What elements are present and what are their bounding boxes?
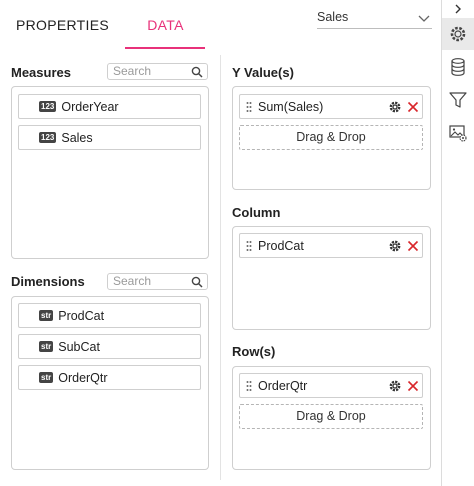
field-label: ProdCat <box>258 238 304 253</box>
filter-tool-button[interactable] <box>442 84 474 116</box>
remove-icon[interactable] <box>407 101 419 116</box>
search-placeholder: Search <box>113 64 152 78</box>
search-icon <box>191 276 203 288</box>
database-icon <box>451 58 465 76</box>
data-tool-button[interactable] <box>442 51 474 83</box>
dimensions-title: Dimensions <box>11 274 85 289</box>
chart-field-dropdown[interactable]: Sales <box>317 10 432 29</box>
tab-data-underline <box>125 47 205 49</box>
measures-search-input[interactable]: Search <box>107 63 208 80</box>
filter-icon <box>449 92 467 108</box>
image-settings-icon <box>449 125 467 142</box>
row-item[interactable]: OrderQtr <box>239 373 423 398</box>
measure-item[interactable]: 123 OrderYear <box>18 94 201 119</box>
dimension-item[interactable]: str OrderQtr <box>18 365 201 390</box>
tab-properties[interactable]: PROPERTIES <box>15 17 110 37</box>
field-label: OrderQtr <box>258 378 308 393</box>
tab-data[interactable]: DATA <box>128 17 203 37</box>
drag-handle-icon[interactable] <box>246 101 252 113</box>
drag-drop-zone[interactable]: Drag & Drop <box>239 404 423 429</box>
search-placeholder: Search <box>113 274 152 288</box>
gear-icon <box>450 26 466 42</box>
properties-tool-button[interactable] <box>442 18 474 50</box>
field-label: Sum(Sales) <box>258 99 324 114</box>
numeric-type-icon: 123 <box>39 132 57 143</box>
chevron-right-icon <box>455 4 461 13</box>
gear-icon[interactable] <box>388 100 402 117</box>
dimension-item[interactable]: str SubCat <box>18 334 201 359</box>
y-value-item[interactable]: Sum(Sales) <box>239 94 423 119</box>
image-settings-tool-button[interactable] <box>442 117 474 149</box>
field-label: Sales <box>61 130 93 145</box>
string-type-icon: str <box>39 310 54 321</box>
column-title: Column <box>232 205 281 220</box>
collapse-button[interactable] <box>442 0 474 17</box>
measures-title: Measures <box>11 65 71 80</box>
field-label: SubCat <box>58 339 100 354</box>
column-item[interactable]: ProdCat <box>239 233 423 258</box>
gear-icon[interactable] <box>388 379 402 396</box>
y-values-title: Y Value(s) <box>232 65 294 80</box>
drag-handle-icon[interactable] <box>246 380 252 392</box>
remove-icon[interactable] <box>407 380 419 395</box>
dimensions-search-input[interactable]: Search <box>107 273 208 290</box>
rows-title: Row(s) <box>232 344 276 359</box>
field-label: ProdCat <box>58 308 105 323</box>
search-icon <box>191 66 203 78</box>
chevron-down-icon <box>418 12 430 26</box>
field-label: OrderQtr <box>58 370 108 385</box>
numeric-type-icon: 123 <box>39 101 57 112</box>
field-label: OrderYear <box>61 99 119 114</box>
string-type-icon: str <box>39 341 54 352</box>
remove-icon[interactable] <box>407 240 419 255</box>
drag-drop-zone[interactable]: Drag & Drop <box>239 125 423 150</box>
drag-handle-icon[interactable] <box>246 240 252 252</box>
dimension-item[interactable]: str ProdCat <box>18 303 201 328</box>
string-type-icon: str <box>39 372 54 383</box>
gear-icon[interactable] <box>388 239 402 256</box>
column-divider <box>220 55 221 480</box>
measure-item[interactable]: 123 Sales <box>18 125 201 150</box>
dropdown-value: Sales <box>317 10 349 24</box>
